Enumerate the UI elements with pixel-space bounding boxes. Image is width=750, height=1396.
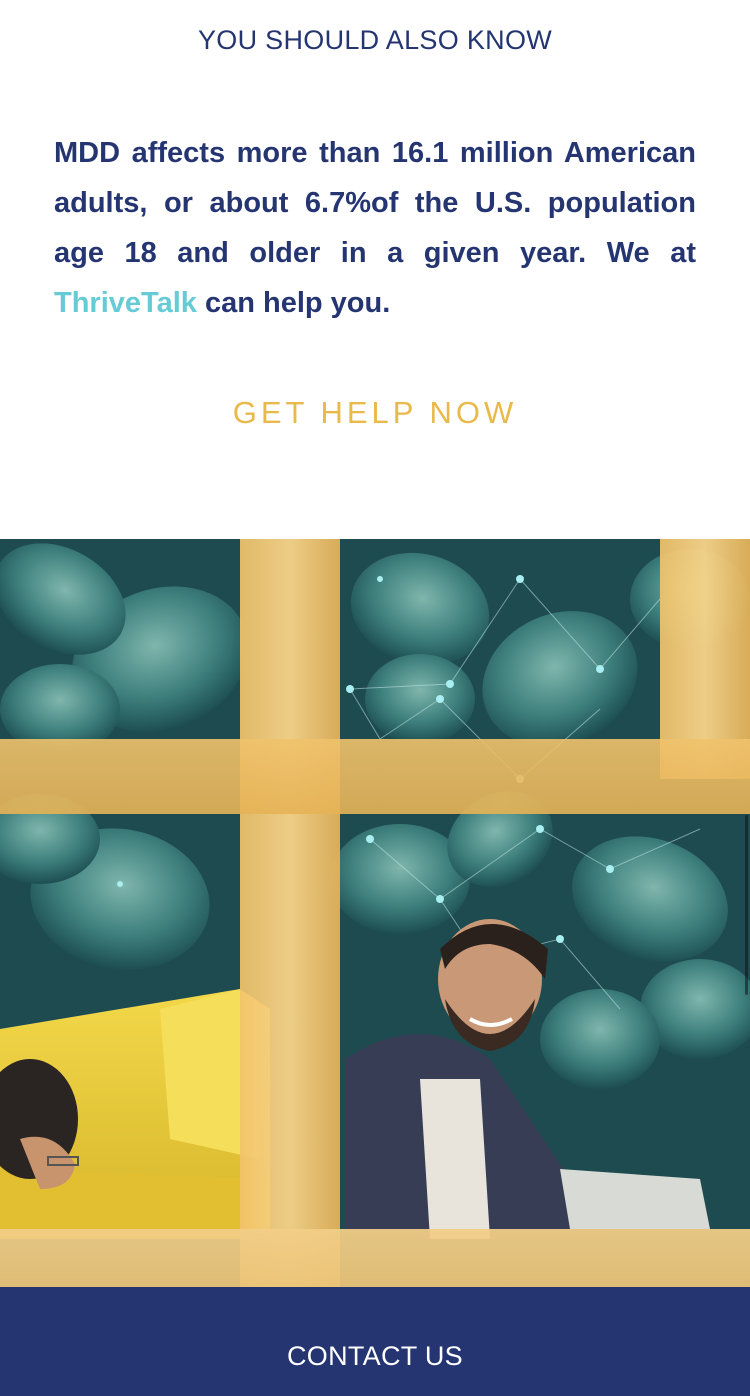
scrollbar[interactable] — [745, 815, 748, 995]
fact-text-end: can help you. — [196, 287, 391, 319]
thrivetalk-link[interactable]: ThriveTalk — [54, 287, 197, 319]
hero-photo — [0, 539, 750, 1287]
page: YOU SHOULD ALSO KNOW MDD affects more th… — [0, 0, 750, 1396]
mdd-fact-paragraph: MDD affects more than 16.1 million Ameri… — [54, 128, 696, 328]
get-help-now-button[interactable]: GET HELP NOW — [0, 395, 750, 431]
photo-illustration — [0, 539, 750, 1287]
contact-us-button[interactable]: CONTACT US — [0, 1341, 750, 1372]
fact-text-start: MDD affects more than 16.1 million Ameri… — [54, 137, 696, 269]
section-heading: YOU SHOULD ALSO KNOW — [197, 25, 553, 55]
